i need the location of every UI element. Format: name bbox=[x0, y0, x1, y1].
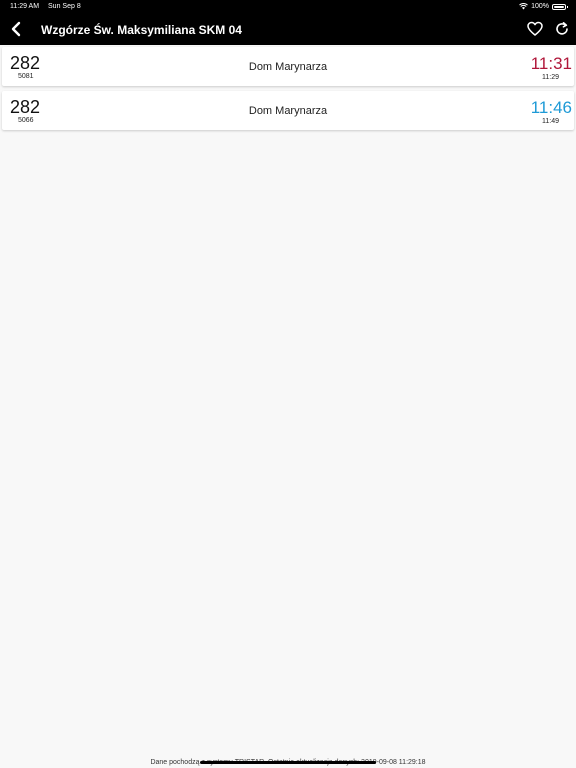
page-title: Wzgórze Św. Maksymiliana SKM 04 bbox=[41, 23, 242, 37]
status-time: 11:29 AM bbox=[10, 3, 40, 10]
scheduled-time: 11:49 bbox=[542, 118, 559, 125]
battery-percent: 100% bbox=[531, 3, 549, 10]
departure-row[interactable]: 282 5066 Dom Marynarza 11:46 11:49 bbox=[2, 91, 574, 130]
departures-list: 282 5081 Dom Marynarza 11:31 11:29 282 5… bbox=[0, 47, 576, 135]
status-left: 11:29 AM Sun Sep 8 bbox=[10, 3, 88, 10]
chevron-left-icon[interactable] bbox=[8, 20, 26, 38]
direction: Dom Marynarza bbox=[248, 105, 328, 117]
nav-bar: Wzgórze Św. Maksymiliana SKM 04 bbox=[0, 14, 576, 45]
departure-row[interactable]: 282 5081 Dom Marynarza 11:31 11:29 bbox=[2, 47, 574, 86]
estimated-time: 11:46 bbox=[530, 98, 572, 117]
wifi-icon bbox=[519, 3, 528, 10]
scheduled-time: 11:29 bbox=[542, 74, 559, 81]
status-right: 100% bbox=[519, 3, 568, 10]
heart-icon[interactable] bbox=[527, 21, 543, 37]
vehicle-number: 5066 bbox=[18, 117, 34, 124]
status-date: Sun Sep 8 bbox=[48, 3, 81, 10]
status-bar: 11:29 AM Sun Sep 8 100% bbox=[0, 0, 576, 14]
vehicle-number: 5081 bbox=[18, 73, 34, 80]
battery-icon bbox=[552, 3, 568, 10]
home-indicator bbox=[200, 761, 376, 764]
direction: Dom Marynarza bbox=[248, 61, 328, 73]
estimated-time: 11:31 bbox=[530, 54, 572, 73]
refresh-icon[interactable] bbox=[554, 21, 570, 37]
